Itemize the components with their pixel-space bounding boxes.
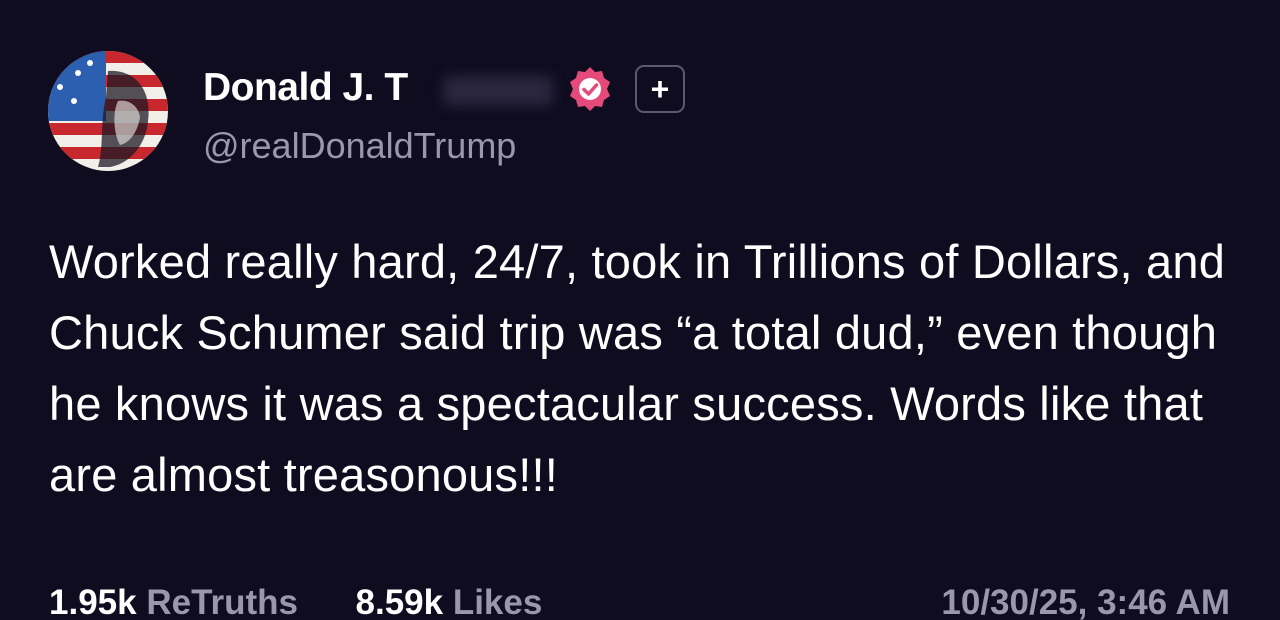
post-stats: 1.95k ReTruths 8.59k Likes [49,582,542,620]
add-plus-icon[interactable]: + [635,65,685,113]
retruths-label[interactable]: ReTruths [146,583,298,620]
avatar[interactable] [48,51,168,171]
post-text: Worked really hard, 24/7, took in Trilli… [49,235,1226,501]
likes-label[interactable]: Likes [453,583,543,620]
likes-count[interactable]: 8.59k [356,583,444,620]
user-handle[interactable]: @realDonaldTrump [203,124,516,168]
post-timestamp[interactable]: 10/30/25, 3:46 AM [941,582,1230,620]
avatar-image [48,51,168,171]
display-name[interactable]: Donald J. T [203,64,408,112]
name-redaction [443,76,553,106]
retruths-count[interactable]: 1.95k [49,583,137,620]
verified-badge-icon [570,67,610,111]
